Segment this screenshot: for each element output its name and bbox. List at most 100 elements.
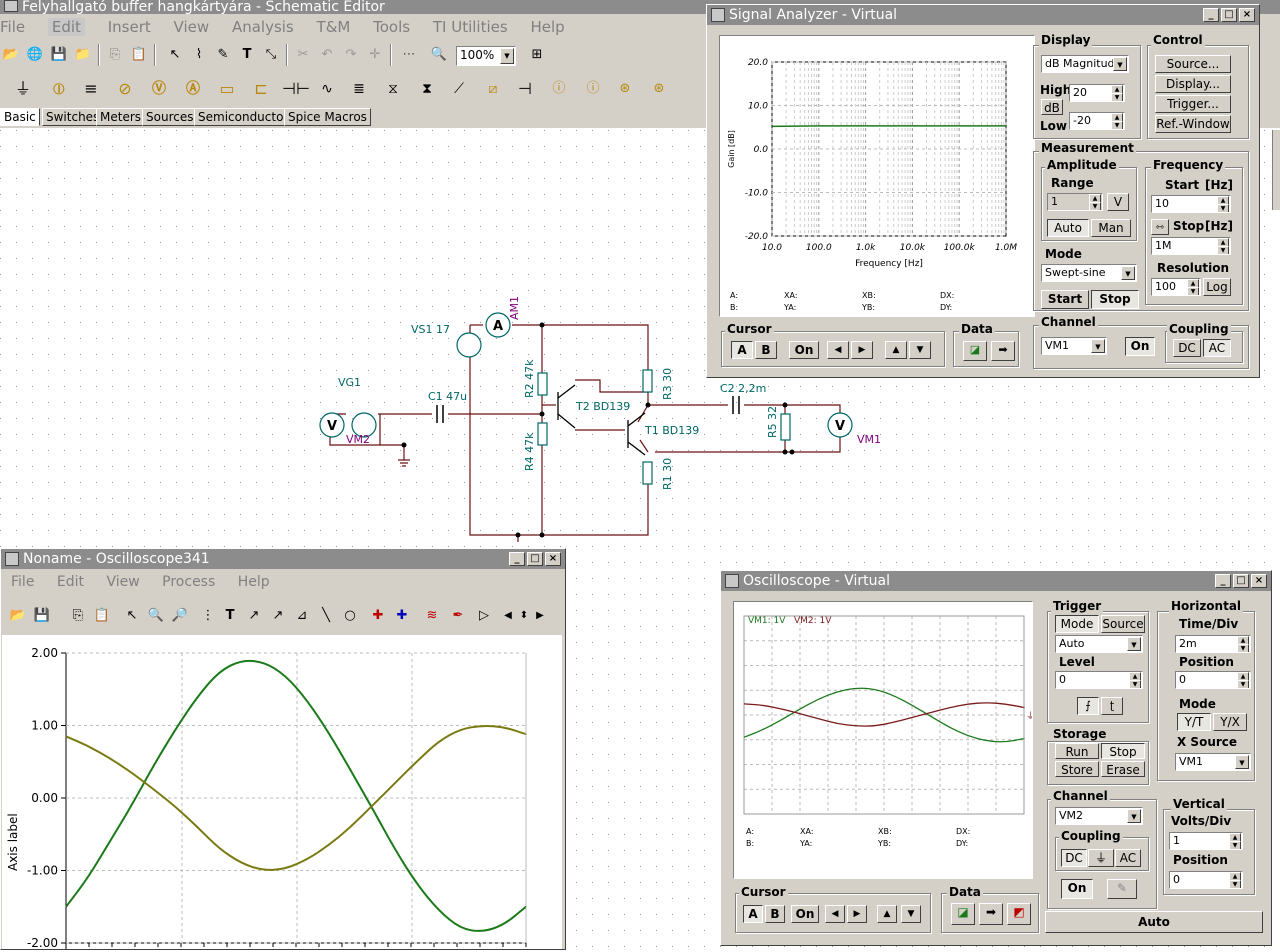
traces-icon[interactable]: ≋ bbox=[421, 605, 443, 627]
text-icon[interactable]: T bbox=[236, 44, 258, 66]
tab-sources[interactable]: Sources bbox=[142, 108, 198, 126]
display-mode-select[interactable]: dB Magnitude ▼ bbox=[1041, 55, 1129, 73]
resistor-icon[interactable]: ▭ bbox=[216, 78, 238, 100]
minimize-icon[interactable]: _ bbox=[1215, 574, 1231, 588]
cursor-right-button[interactable]: ▶ bbox=[851, 341, 873, 359]
clear-icon[interactable]: ◩ bbox=[1007, 903, 1031, 925]
export-data-icon[interactable]: ➡ bbox=[991, 341, 1015, 361]
menu-insert[interactable]: Insert bbox=[108, 18, 151, 36]
open-file-icon[interactable]: 📁 bbox=[72, 44, 94, 66]
stop-button[interactable]: Stop bbox=[1091, 290, 1139, 309]
wire-icon[interactable]: ⌇ bbox=[188, 44, 210, 66]
paste-icon[interactable]: 📋 bbox=[91, 605, 113, 627]
menu-view[interactable]: View bbox=[174, 18, 210, 36]
switch-icon[interactable]: ⟋ bbox=[448, 78, 470, 100]
low-input[interactable]: -20 ▲ ▼ bbox=[1069, 112, 1125, 130]
erase-button[interactable]: Erase bbox=[1101, 761, 1145, 777]
spin-down-icon[interactable]: ▼ bbox=[1111, 93, 1123, 101]
dc-button[interactable]: DC bbox=[1173, 339, 1201, 357]
open-folder-icon[interactable]: 📂 bbox=[7, 605, 29, 627]
swap-icon[interactable]: ⇿ bbox=[1151, 219, 1169, 235]
rotate-text-icon[interactable]: ⤡ bbox=[260, 44, 282, 66]
menu-file[interactable]: File bbox=[0, 18, 25, 36]
spin-down-icon[interactable]: ▼ bbox=[1229, 841, 1241, 849]
scope-cursor-on-button[interactable]: On bbox=[791, 905, 819, 923]
export-chart-icon[interactable]: ◪ bbox=[963, 341, 987, 361]
voltsdiv-input[interactable]: 1 ▲ ▼ bbox=[1169, 832, 1243, 850]
clock-source-icon[interactable]: ⊘ bbox=[114, 78, 136, 100]
pointer-icon[interactable]: ↖ bbox=[121, 605, 143, 627]
log-button[interactable]: Log bbox=[1203, 278, 1231, 296]
zoom-out-icon[interactable]: 🔎 bbox=[169, 605, 191, 627]
close-icon[interactable]: × bbox=[1251, 574, 1267, 588]
storage-stop-button[interactable]: Stop bbox=[1101, 743, 1145, 759]
minimize-icon[interactable]: _ bbox=[1203, 8, 1219, 22]
relay-icon[interactable]: ⧖ bbox=[382, 78, 404, 100]
r5-resistor[interactable] bbox=[780, 413, 791, 441]
maximize-icon[interactable]: □ bbox=[1221, 8, 1237, 22]
channel-select[interactable]: VM1 ▼ bbox=[1041, 337, 1107, 355]
zoom-icon[interactable]: 🔍 bbox=[428, 44, 450, 66]
spin-down-icon[interactable]: ▼ bbox=[1187, 287, 1199, 295]
scope-ac-button[interactable]: AC bbox=[1115, 849, 1141, 867]
editor-scrollbar[interactable] bbox=[1272, 130, 1280, 210]
menu-process[interactable]: Process bbox=[162, 574, 215, 590]
menu-help[interactable]: Help bbox=[530, 18, 564, 36]
cursor-a-icon[interactable]: ✚ bbox=[367, 605, 389, 627]
menu-help[interactable]: Help bbox=[238, 574, 270, 590]
oscilloscope341-titlebar[interactable]: Noname - Oscilloscope341 _ □ × bbox=[1, 549, 565, 569]
ac-button[interactable]: AC bbox=[1203, 339, 1231, 357]
range-input[interactable]: 1 ▲ ▼ bbox=[1047, 193, 1103, 211]
menu-view[interactable]: View bbox=[106, 574, 139, 590]
store-button[interactable]: Store bbox=[1055, 761, 1099, 777]
grid-icon[interactable]: ⋮ bbox=[197, 605, 219, 627]
spin-down-icon[interactable]: ▼ bbox=[1237, 644, 1249, 652]
tab-spice-macros[interactable]: Spice Macros bbox=[284, 108, 371, 126]
analyzer-chart[interactable]: 20.010.00.0-10.0-20.010.0 100.0 1.0k 10.0k 1… bbox=[720, 36, 1034, 316]
capacitor-icon[interactable]: ⊣⊢ bbox=[282, 78, 310, 100]
source-button[interactable]: Source... bbox=[1155, 55, 1231, 73]
pen-icon[interactable]: ✎ bbox=[1107, 879, 1137, 899]
scope-cursor-up-button[interactable]: ▲ bbox=[877, 905, 897, 923]
channel-on-button[interactable]: On bbox=[1125, 337, 1155, 356]
copy-icon[interactable]: ⎘ bbox=[104, 44, 126, 66]
display-button[interactable]: Display... bbox=[1155, 75, 1231, 93]
globe-icon[interactable]: 🌐 bbox=[24, 44, 46, 66]
tab-switches[interactable]: Switches bbox=[42, 108, 104, 126]
xsource-select[interactable]: VM1 ▼ bbox=[1175, 753, 1251, 771]
redo-icon[interactable]: ↷ bbox=[340, 44, 362, 66]
cursor-up-button[interactable]: ▲ bbox=[885, 341, 907, 359]
signal-analyzer-titlebar[interactable]: Signal Analyzer - Virtual _ □ × bbox=[707, 5, 1259, 25]
ground-icon[interactable]: ⏚ bbox=[12, 78, 34, 100]
start-button[interactable]: Start bbox=[1041, 290, 1089, 309]
text-icon[interactable]: T bbox=[219, 605, 241, 627]
oscilloscope-virtual-titlebar[interactable]: Oscilloscope - Virtual _ □ × bbox=[721, 571, 1271, 591]
scope-on-button[interactable]: On bbox=[1061, 879, 1093, 899]
zoom-in-icon[interactable]: 🔍 bbox=[145, 605, 167, 627]
voltmeter-icon[interactable]: Ⓥ bbox=[148, 78, 170, 100]
snap-icon[interactable]: ✛ bbox=[364, 44, 386, 66]
play-icon[interactable]: ▷ bbox=[473, 605, 495, 627]
scope-cursor-right-button[interactable]: ▶ bbox=[847, 905, 867, 923]
vcvs-icon[interactable]: ⊛ bbox=[614, 78, 636, 100]
trigger-button[interactable]: Trigger... bbox=[1155, 95, 1231, 113]
start-frequency-input[interactable]: 10 ▲ ▼ bbox=[1151, 195, 1231, 213]
r2-resistor[interactable] bbox=[537, 372, 548, 396]
component-icon[interactable]: ⊞ bbox=[526, 44, 548, 66]
ammeter-icon[interactable]: Ⓐ bbox=[182, 78, 204, 100]
tab-basic[interactable]: Basic bbox=[0, 108, 40, 126]
spin-down-icon[interactable]: ▼ bbox=[1217, 204, 1229, 212]
range-unit-button[interactable]: V bbox=[1107, 193, 1129, 211]
line-icon[interactable]: ╲ bbox=[315, 605, 337, 627]
auto-button[interactable]: Auto bbox=[1047, 219, 1089, 237]
scope-cursor-b-button[interactable]: B bbox=[765, 905, 785, 923]
spin-down-icon[interactable]: ▼ bbox=[1111, 121, 1123, 129]
level-input[interactable]: 0 ▲ ▼ bbox=[1055, 671, 1143, 689]
chevron-right-icon[interactable]: ▶ bbox=[529, 605, 551, 627]
r1-resistor[interactable] bbox=[642, 461, 653, 485]
stop-frequency-input[interactable]: 1M ▲ ▼ bbox=[1151, 237, 1231, 255]
spin-down-icon[interactable]: ▼ bbox=[1217, 246, 1229, 254]
tapped-transformer-icon[interactable]: ⧗ bbox=[416, 78, 438, 100]
export-chart-icon[interactable]: ◪ bbox=[951, 903, 975, 925]
trigger-mode-button[interactable]: Mode bbox=[1055, 615, 1099, 633]
